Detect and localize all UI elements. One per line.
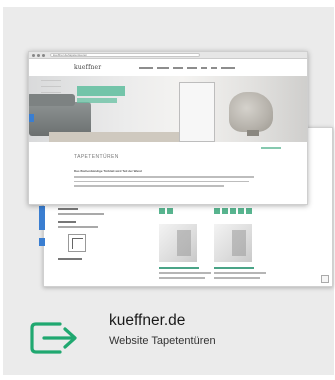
content-panel: kueffner.de/tapetentueren kueffner TAPET… [3,7,334,375]
chair-image [229,92,273,132]
link-subtitle[interactable]: Website Tapetentüren [109,335,216,347]
forward-icon[interactable] [37,53,40,57]
nav-item[interactable] [139,66,154,69]
address-bar[interactable]: kueffner.de/tapetentueren [50,53,200,57]
nav-item[interactable] [173,66,184,69]
page-content: TAPETENTÜREN Das flächenbündige Türblatt… [29,142,307,204]
product-link[interactable] [214,267,254,269]
product-image[interactable] [214,224,252,262]
nav-item[interactable] [221,66,236,69]
product-dr-column [214,208,284,279]
feedback-tab[interactable] [29,114,34,122]
site-logo[interactable]: kueffner [74,64,101,71]
reload-icon[interactable] [42,53,45,57]
site-nav [139,66,236,69]
website-link[interactable]: kueffner.de Website Tapetentüren [30,312,290,356]
scroll-to-top-button[interactable] [321,275,329,283]
section-heading: TAPETENTÜREN [74,154,119,160]
hero-banner[interactable] [77,86,125,96]
product-image[interactable] [159,224,197,262]
spec-diagram [68,234,86,252]
link-title[interactable]: kueffner.de [109,312,185,330]
url-text: kueffner.de/tapetentueren [53,53,88,57]
product-spec-column [58,208,128,263]
browser-toolbar: kueffner.de/tapetentueren [29,52,307,59]
back-icon[interactable] [32,53,35,57]
hero-banner-sub[interactable] [77,98,117,103]
nav-item[interactable] [211,66,218,69]
nav-item[interactable] [201,66,208,69]
nav-item[interactable] [157,66,170,69]
feedback-tab-secondary [39,238,45,246]
breadcrumb[interactable] [261,147,281,149]
site-header: kueffner [29,59,307,76]
hero-image [29,76,307,142]
color-swatches[interactable] [214,208,284,214]
external-link-arrow-icon [30,322,77,354]
product-link[interactable] [159,267,199,269]
website-screenshot: kueffner.de/tapetentueren kueffner TAPET… [28,51,308,205]
door-image [179,82,215,142]
intro-text: Das flächenbündige Türblatt wird Teil de… [74,169,142,173]
feedback-tab [39,206,45,230]
sofa-image [29,94,91,136]
nav-item[interactable] [187,66,198,69]
